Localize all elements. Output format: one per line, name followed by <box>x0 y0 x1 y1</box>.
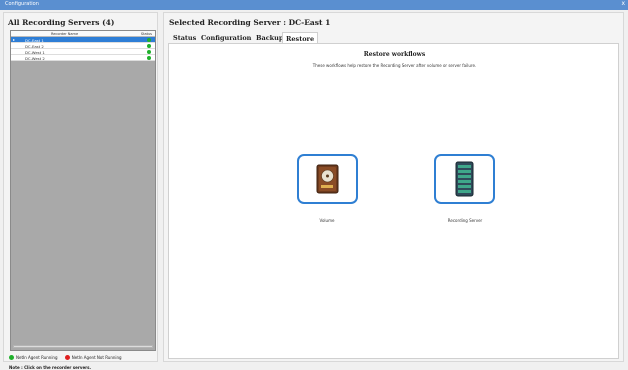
status-running-icon <box>147 44 151 48</box>
hard-disk-icon <box>316 164 339 194</box>
restore-heading: Restore workflows <box>363 51 426 58</box>
column-status[interactable]: Status <box>141 32 152 36</box>
table-row[interactable]: DC-West 2 <box>11 55 155 61</box>
close-icon[interactable]: x <box>621 0 625 7</box>
selected-server-panel: Selected Recording Server : DC-East 1 St… <box>163 12 624 362</box>
recording-servers-panel: All Recording Servers (4) Recorder Name … <box>3 12 158 370</box>
status-running-icon <box>147 38 151 42</box>
column-recorder-name[interactable]: Recorder Name <box>51 32 78 36</box>
row-pointer-icon: ▸ <box>13 37 16 42</box>
server-icon <box>455 161 474 197</box>
servers-grid: Recorder Name Status ▸ DC-East 1 DC-East… <box>10 30 156 351</box>
tab-restore[interactable]: Restore <box>282 32 319 43</box>
legend-running: NetIn Agent Running <box>16 354 58 360</box>
servers-panel-title: All Recording Servers (4) <box>8 18 115 27</box>
row-name: DC-West 2 <box>25 56 45 61</box>
green-dot-icon <box>9 354 14 360</box>
restore-content: Restore workflows These workflows help r… <box>168 43 619 359</box>
legend-not-running: NetIn Agent Not Running <box>71 354 122 360</box>
tab-status[interactable]: Status <box>170 32 199 43</box>
restore-subheading: These workflows help restore the Recordi… <box>312 63 477 68</box>
volume-tile[interactable] <box>297 154 358 204</box>
window-title: Configuration <box>5 1 39 7</box>
tab-configuration[interactable]: Configuration <box>198 32 254 43</box>
volume-label: Volume <box>319 218 335 223</box>
recording-server-label: Recording Server <box>447 218 483 223</box>
recording-server-tile[interactable] <box>434 154 495 204</box>
status-running-icon <box>147 50 151 54</box>
instruction-note: Note : Click on the recorder servers. <box>9 365 92 370</box>
horizontal-scrollbar[interactable] <box>13 345 153 348</box>
status-legend: NetIn Agent Running NetIn Agent Not Runn… <box>9 354 128 360</box>
red-dot-icon <box>64 354 70 360</box>
selected-server-title: Selected Recording Server : DC-East 1 <box>169 18 331 27</box>
status-running-icon <box>147 56 151 60</box>
window-titlebar: Configuration x <box>0 0 628 10</box>
